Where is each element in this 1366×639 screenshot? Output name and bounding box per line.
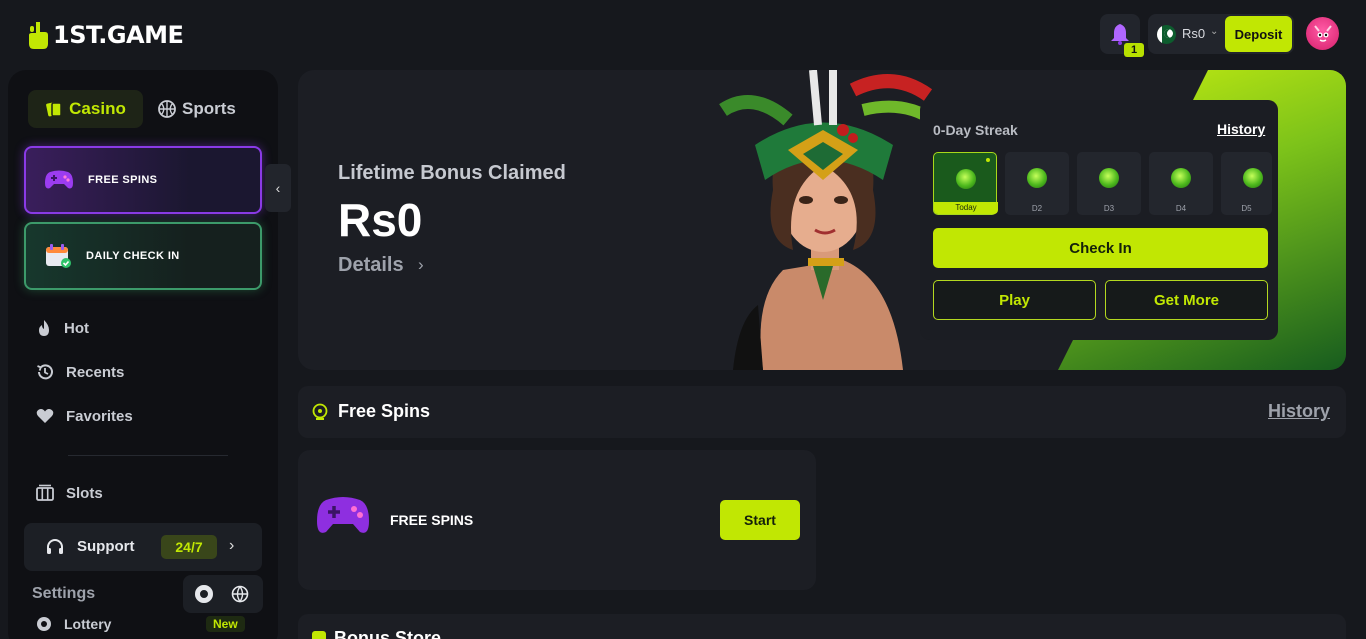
- bonus-coin-icon: [956, 169, 976, 189]
- streak-day-label: Today: [934, 202, 998, 214]
- daily-check-in-promo-card[interactable]: DAILY CHECK IN: [24, 222, 262, 290]
- fire-icon: [39, 320, 49, 336]
- chevron-down-icon: ⌄: [1210, 26, 1219, 37]
- globe-icon[interactable]: [231, 585, 249, 603]
- free-spins-history-link[interactable]: History: [1268, 401, 1330, 422]
- tab-casino[interactable]: Casino: [28, 90, 143, 128]
- sidebar-item-hot-label: Hot: [64, 319, 89, 337]
- sidebar-item-recents[interactable]: Recents: [36, 360, 124, 384]
- hero-subtitle: Lifetime Bonus Claimed: [338, 162, 566, 184]
- gamepad-icon: [45, 170, 73, 189]
- streak-day-label: D3: [1103, 204, 1115, 213]
- gamepad-icon: [317, 497, 369, 533]
- new-badge: New: [206, 616, 245, 632]
- streak-day-label: D4: [1175, 204, 1187, 213]
- chevron-left-icon: ‹: [275, 180, 281, 196]
- tab-sports-label: Sports: [182, 99, 236, 118]
- sidebar-item-lottery[interactable]: Lottery: [36, 616, 111, 632]
- streak-day-card[interactable]: D3: [1077, 152, 1141, 215]
- details-link[interactable]: Details: [338, 254, 404, 277]
- chevron-right-icon: ›: [418, 255, 424, 274]
- support-button[interactable]: Support 24/7 ›: [24, 523, 262, 571]
- sidebar-item-slots[interactable]: Slots: [36, 481, 103, 505]
- history-icon: [37, 364, 53, 380]
- get-more-button[interactable]: Get More: [1105, 280, 1268, 320]
- tab-casino-label: Casino: [69, 99, 126, 118]
- brand-name: 1ST.GAME: [53, 21, 184, 49]
- start-button[interactable]: Start: [720, 500, 800, 540]
- check-in-streak-panel: 0-Day Streak History Today D2 D3 D4 D5 C…: [920, 100, 1278, 340]
- top-header: 1ST.GAME 1 Rs0 ⌄ Deposit: [0, 0, 1366, 70]
- wallet-selector[interactable]: Rs0 ⌄ Deposit: [1148, 14, 1294, 54]
- free-spins-promo-label: FREE SPINS: [88, 174, 158, 186]
- balance-amount: Rs0: [1182, 26, 1206, 41]
- free-spins-section-header: Free Spins History: [298, 386, 1346, 438]
- play-button[interactable]: Play: [933, 280, 1096, 320]
- sidebar-item-hot[interactable]: Hot: [36, 316, 89, 340]
- streak-day-card[interactable]: D4: [1149, 152, 1213, 215]
- streak-day-card[interactable]: D2: [1005, 152, 1069, 215]
- hero-amount: Rs0: [338, 194, 423, 246]
- streak-day-label: D5: [1241, 204, 1252, 213]
- avatar[interactable]: [1306, 17, 1339, 50]
- basketball-icon: [158, 100, 176, 118]
- sidebar: Casino Sports FREE SPINS DAILY CHECK IN …: [8, 70, 278, 639]
- daily-check-in-promo-label: DAILY CHECK IN: [86, 250, 180, 262]
- settings-label: Settings: [32, 585, 96, 602]
- sidebar-item-favorites[interactable]: Favorites: [36, 404, 133, 428]
- character-illustration: [719, 70, 937, 370]
- logo-hand-icon: [29, 22, 48, 49]
- notifications-count-badge: 1: [1124, 43, 1144, 57]
- calendar-check-icon: [46, 244, 71, 268]
- free-spins-card: FREE SPINS Start: [298, 450, 816, 590]
- streak-day-card[interactable]: D5: [1221, 152, 1272, 215]
- sidebar-item-recents-label: Recents: [66, 363, 125, 381]
- sidebar-divider: [68, 455, 228, 456]
- free-spins-title: Free Spins: [338, 401, 431, 421]
- bonus-store-title: Bonus Store: [334, 628, 442, 639]
- support-hours-badge: 24/7: [161, 535, 217, 559]
- free-spins-promo-card[interactable]: FREE SPINS: [24, 146, 262, 214]
- bell-icon: [1111, 24, 1129, 45]
- streak-title: 0-Day Streak: [933, 122, 1018, 138]
- spin-wheel-icon: [312, 403, 328, 420]
- devil-face-icon: [1313, 24, 1332, 42]
- bonus-coin-icon: [1099, 168, 1119, 188]
- chevron-right-icon: ›: [229, 537, 235, 554]
- active-dot-icon: [986, 158, 990, 162]
- gear-icon[interactable]: [195, 585, 213, 603]
- bonus-coin-icon: [1027, 168, 1047, 188]
- check-in-button[interactable]: Check In: [933, 228, 1268, 268]
- lottery-ball-icon: [37, 617, 51, 631]
- bonus-store-section-header: Bonus Store: [298, 614, 1346, 639]
- bonus-hero-banner: Lifetime Bonus Claimed Rs0 Details › 0-D…: [298, 70, 1346, 370]
- headset-icon: [47, 539, 63, 554]
- support-label: Support: [77, 538, 135, 555]
- sidebar-item-lottery-label: Lottery: [64, 616, 112, 632]
- settings-buttons: [183, 575, 263, 613]
- streak-history-link[interactable]: History: [1217, 121, 1265, 137]
- store-icon: [312, 631, 326, 639]
- streak-day-label: D2: [1031, 204, 1043, 213]
- heart-icon: [36, 409, 54, 423]
- bonus-coin-icon: [1243, 168, 1263, 188]
- sidebar-item-slots-label: Slots: [66, 484, 103, 502]
- pakistan-flag-icon: [1157, 25, 1176, 44]
- bonus-coin-icon: [1171, 168, 1191, 188]
- deposit-button[interactable]: Deposit: [1225, 16, 1292, 52]
- slots-icon: [36, 484, 54, 501]
- sidebar-collapse-button[interactable]: ‹: [265, 164, 291, 212]
- cards-icon: [46, 102, 62, 117]
- streak-day-card[interactable]: Today: [933, 152, 998, 215]
- free-spins-card-label: FREE SPINS: [390, 512, 474, 528]
- sidebar-item-favorites-label: Favorites: [66, 407, 133, 425]
- page: 1ST.GAME 1 Rs0 ⌄ Deposit Casino Sports F…: [0, 0, 1366, 639]
- tab-sports[interactable]: Sports: [158, 90, 248, 128]
- brand-logo[interactable]: 1ST.GAME: [27, 20, 184, 50]
